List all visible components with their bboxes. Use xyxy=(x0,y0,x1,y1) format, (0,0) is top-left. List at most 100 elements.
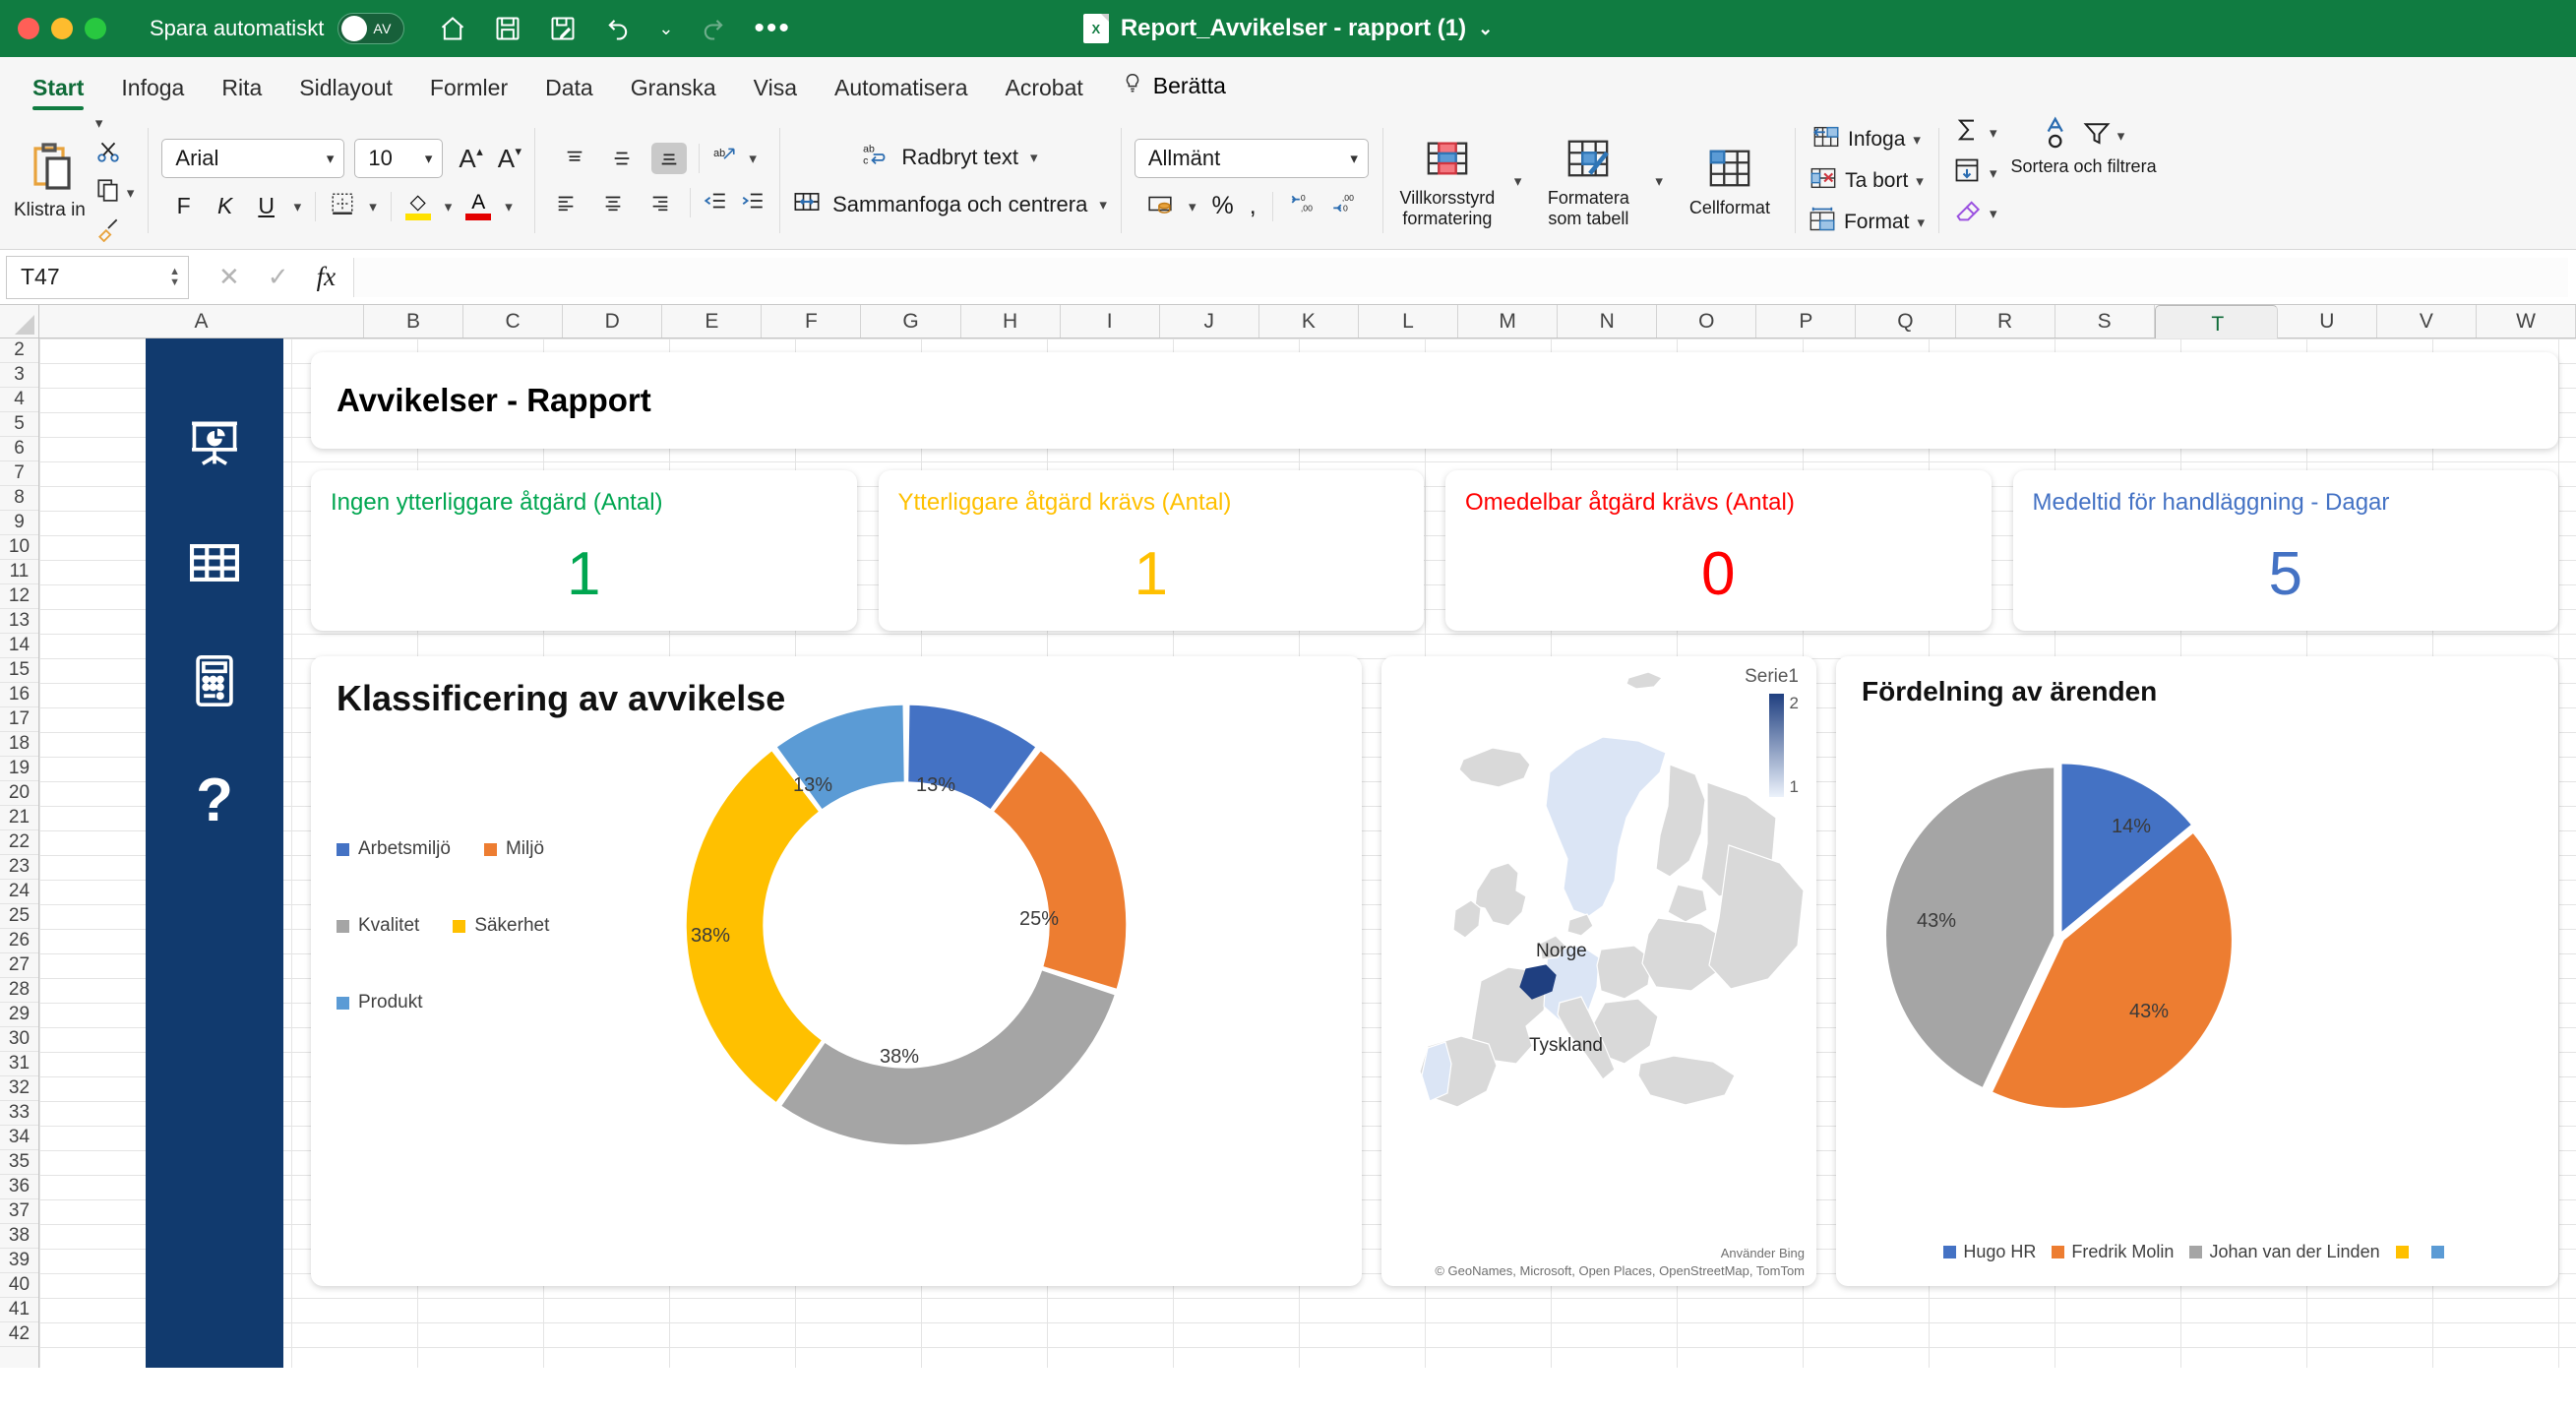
legend-item-kvalitet[interactable]: Kvalitet xyxy=(337,915,419,937)
clear-chevron-down-icon[interactable]: ▾ xyxy=(1990,205,1997,222)
legend-item-hugo-hr[interactable]: Hugo HR xyxy=(1943,1242,2036,1262)
tab-sidlayout[interactable]: Sidlayout xyxy=(280,75,411,112)
column-header-g[interactable]: G xyxy=(861,305,961,337)
underline-chevron-down-icon[interactable]: ▾ xyxy=(294,198,302,215)
column-header-j[interactable]: J xyxy=(1159,305,1259,337)
row-header-9[interactable]: 9 xyxy=(0,511,38,535)
close-window-button[interactable] xyxy=(18,18,39,39)
delete-cells-chevron-down-icon[interactable]: ▾ xyxy=(1916,172,1924,190)
font-color-button[interactable]: A xyxy=(465,192,492,220)
bold-button[interactable]: F xyxy=(170,193,198,219)
row-header-29[interactable]: 29 xyxy=(0,1003,38,1027)
fill-button[interactable]: ▾ xyxy=(1952,156,1997,189)
row-header-12[interactable]: 12 xyxy=(0,584,38,609)
column-header-m[interactable]: M xyxy=(1458,305,1559,337)
format-as-table-button[interactable]: Formatera som tabell xyxy=(1537,133,1639,229)
row-header-25[interactable]: 25 xyxy=(0,904,38,929)
column-header-v[interactable]: V xyxy=(2376,305,2477,337)
align-top-button[interactable] xyxy=(557,143,592,174)
row-header-32[interactable]: 32 xyxy=(0,1076,38,1101)
minimize-window-button[interactable] xyxy=(51,18,73,39)
insert-function-icon[interactable]: fx xyxy=(317,262,337,292)
column-header-i[interactable]: I xyxy=(1060,305,1160,337)
currency-icon[interactable] xyxy=(1147,190,1173,222)
row-header-17[interactable]: 17 xyxy=(0,707,38,732)
text-orientation-chevron-down-icon[interactable]: ▾ xyxy=(749,150,757,167)
sidebar-item-help[interactable]: ? xyxy=(179,766,250,836)
select-all-corner-button[interactable] xyxy=(0,305,39,337)
fill-color-chevron-down-icon[interactable]: ▾ xyxy=(445,198,453,215)
column-header-l[interactable]: L xyxy=(1358,305,1459,337)
merge-center-chevron-down-icon[interactable]: ▾ xyxy=(1099,196,1107,214)
name-box[interactable]: T47 ▲ ▼ xyxy=(6,255,189,299)
column-header-r[interactable]: R xyxy=(1955,305,2055,337)
quick-access-toolbar[interactable]: ⌄ ••• xyxy=(438,14,791,43)
row-header-42[interactable]: 42 xyxy=(0,1322,38,1347)
row-header-35[interactable]: 35 xyxy=(0,1150,38,1175)
row-header-2[interactable]: 2 xyxy=(0,338,38,363)
autosum-chevron-down-icon[interactable]: ▾ xyxy=(1990,124,1997,142)
maximize-window-button[interactable] xyxy=(85,18,106,39)
confirm-formula-button[interactable]: ✓ xyxy=(268,262,289,292)
currency-chevron-down-icon[interactable]: ▾ xyxy=(1189,198,1196,215)
cell-styles-button[interactable]: Cellformat xyxy=(1679,143,1781,218)
row-header-23[interactable]: 23 xyxy=(0,855,38,880)
row-header-16[interactable]: 16 xyxy=(0,683,38,707)
align-center-button[interactable] xyxy=(595,187,631,218)
row-header-15[interactable]: 15 xyxy=(0,658,38,683)
column-header-e[interactable]: E xyxy=(662,305,763,337)
row-header-40[interactable]: 40 xyxy=(0,1273,38,1298)
tab-automatisera[interactable]: Automatisera xyxy=(816,75,987,112)
number-format-chevron-down-icon[interactable]: ▾ xyxy=(1350,150,1358,167)
chart-fordelning[interactable]: Fördelning av ärenden 14% 43% 43% Hugo H… xyxy=(1836,656,2558,1286)
copy-button[interactable]: ▾ xyxy=(95,176,134,209)
column-header-n[interactable]: N xyxy=(1558,305,1658,337)
row-header-3[interactable]: 3 xyxy=(0,363,38,388)
tab-granska[interactable]: Granska xyxy=(612,75,735,112)
row-header-19[interactable]: 19 xyxy=(0,757,38,781)
insert-cells-button[interactable]: Infoga ▾ xyxy=(1812,123,1921,156)
more-commands-icon[interactable]: ••• xyxy=(754,14,791,43)
donut-slice-2[interactable] xyxy=(781,970,1115,1145)
tab-visa[interactable]: Visa xyxy=(735,75,816,112)
donut-slice-1[interactable] xyxy=(994,751,1127,989)
column-header-f[interactable]: F xyxy=(762,305,862,337)
borders-chevron-down-icon[interactable]: ▾ xyxy=(369,198,377,215)
sidebar-item-calculator[interactable] xyxy=(179,647,250,718)
sidebar-item-table[interactable] xyxy=(179,529,250,600)
font-size-select[interactable]: 10 ▾ xyxy=(354,139,444,178)
column-header-row[interactable]: ABCDEFGHIJKLMNOPQRSTUVW xyxy=(0,305,2576,344)
number-format-select[interactable]: Allmänt ▾ xyxy=(1134,139,1369,178)
row-header-6[interactable]: 6 xyxy=(0,437,38,461)
chart-map-europe[interactable]: Serie1 2 1 Norge Tyskland Använder Bing xyxy=(1381,656,1816,1286)
row-header-11[interactable]: 11 xyxy=(0,560,38,584)
autosave-toggle[interactable]: AV xyxy=(337,13,405,44)
row-header-10[interactable]: 10 xyxy=(0,535,38,560)
worksheet-canvas[interactable]: ? Avvikelser - Rapport Ingen ytterliggar… xyxy=(39,338,2576,1368)
row-header-22[interactable]: 22 xyxy=(0,830,38,855)
column-header-p[interactable]: P xyxy=(1756,305,1857,337)
decrease-font-size-icon[interactable]: A ▾ xyxy=(492,144,521,174)
increase-decimal-icon[interactable]: 0,00 xyxy=(1289,190,1315,222)
legend-item-extra-2[interactable] xyxy=(2430,1246,2451,1258)
paste-button[interactable]: Klistra in xyxy=(14,140,92,221)
borders-icon[interactable] xyxy=(330,190,355,222)
percent-style-button[interactable]: % xyxy=(1212,192,1234,220)
tab-rita[interactable]: Rita xyxy=(203,75,280,112)
comma-style-button[interactable]: , xyxy=(1250,192,1257,220)
row-header-38[interactable]: 38 xyxy=(0,1224,38,1249)
row-header-13[interactable]: 13 xyxy=(0,609,38,634)
row-header-31[interactable]: 31 xyxy=(0,1052,38,1076)
column-header-b[interactable]: B xyxy=(364,305,464,337)
format-cells-chevron-down-icon[interactable]: ▾ xyxy=(1917,214,1925,231)
row-header-28[interactable]: 28 xyxy=(0,978,38,1003)
tab-start[interactable]: Start xyxy=(14,75,102,112)
column-header-q[interactable]: Q xyxy=(1856,305,1956,337)
column-header-s[interactable]: S xyxy=(2055,305,2155,337)
row-header-4[interactable]: 4 xyxy=(0,388,38,412)
row-header-7[interactable]: 7 xyxy=(0,461,38,486)
chart-klassificering[interactable]: Klassificering av avvikelse Arbetsmiljö … xyxy=(311,656,1362,1286)
row-header-20[interactable]: 20 xyxy=(0,781,38,806)
format-cells-button[interactable]: Format ▾ xyxy=(1809,206,1925,239)
document-title[interactable]: X Report_Avvikelser - rapport (1) ⌄ xyxy=(1082,14,1493,43)
